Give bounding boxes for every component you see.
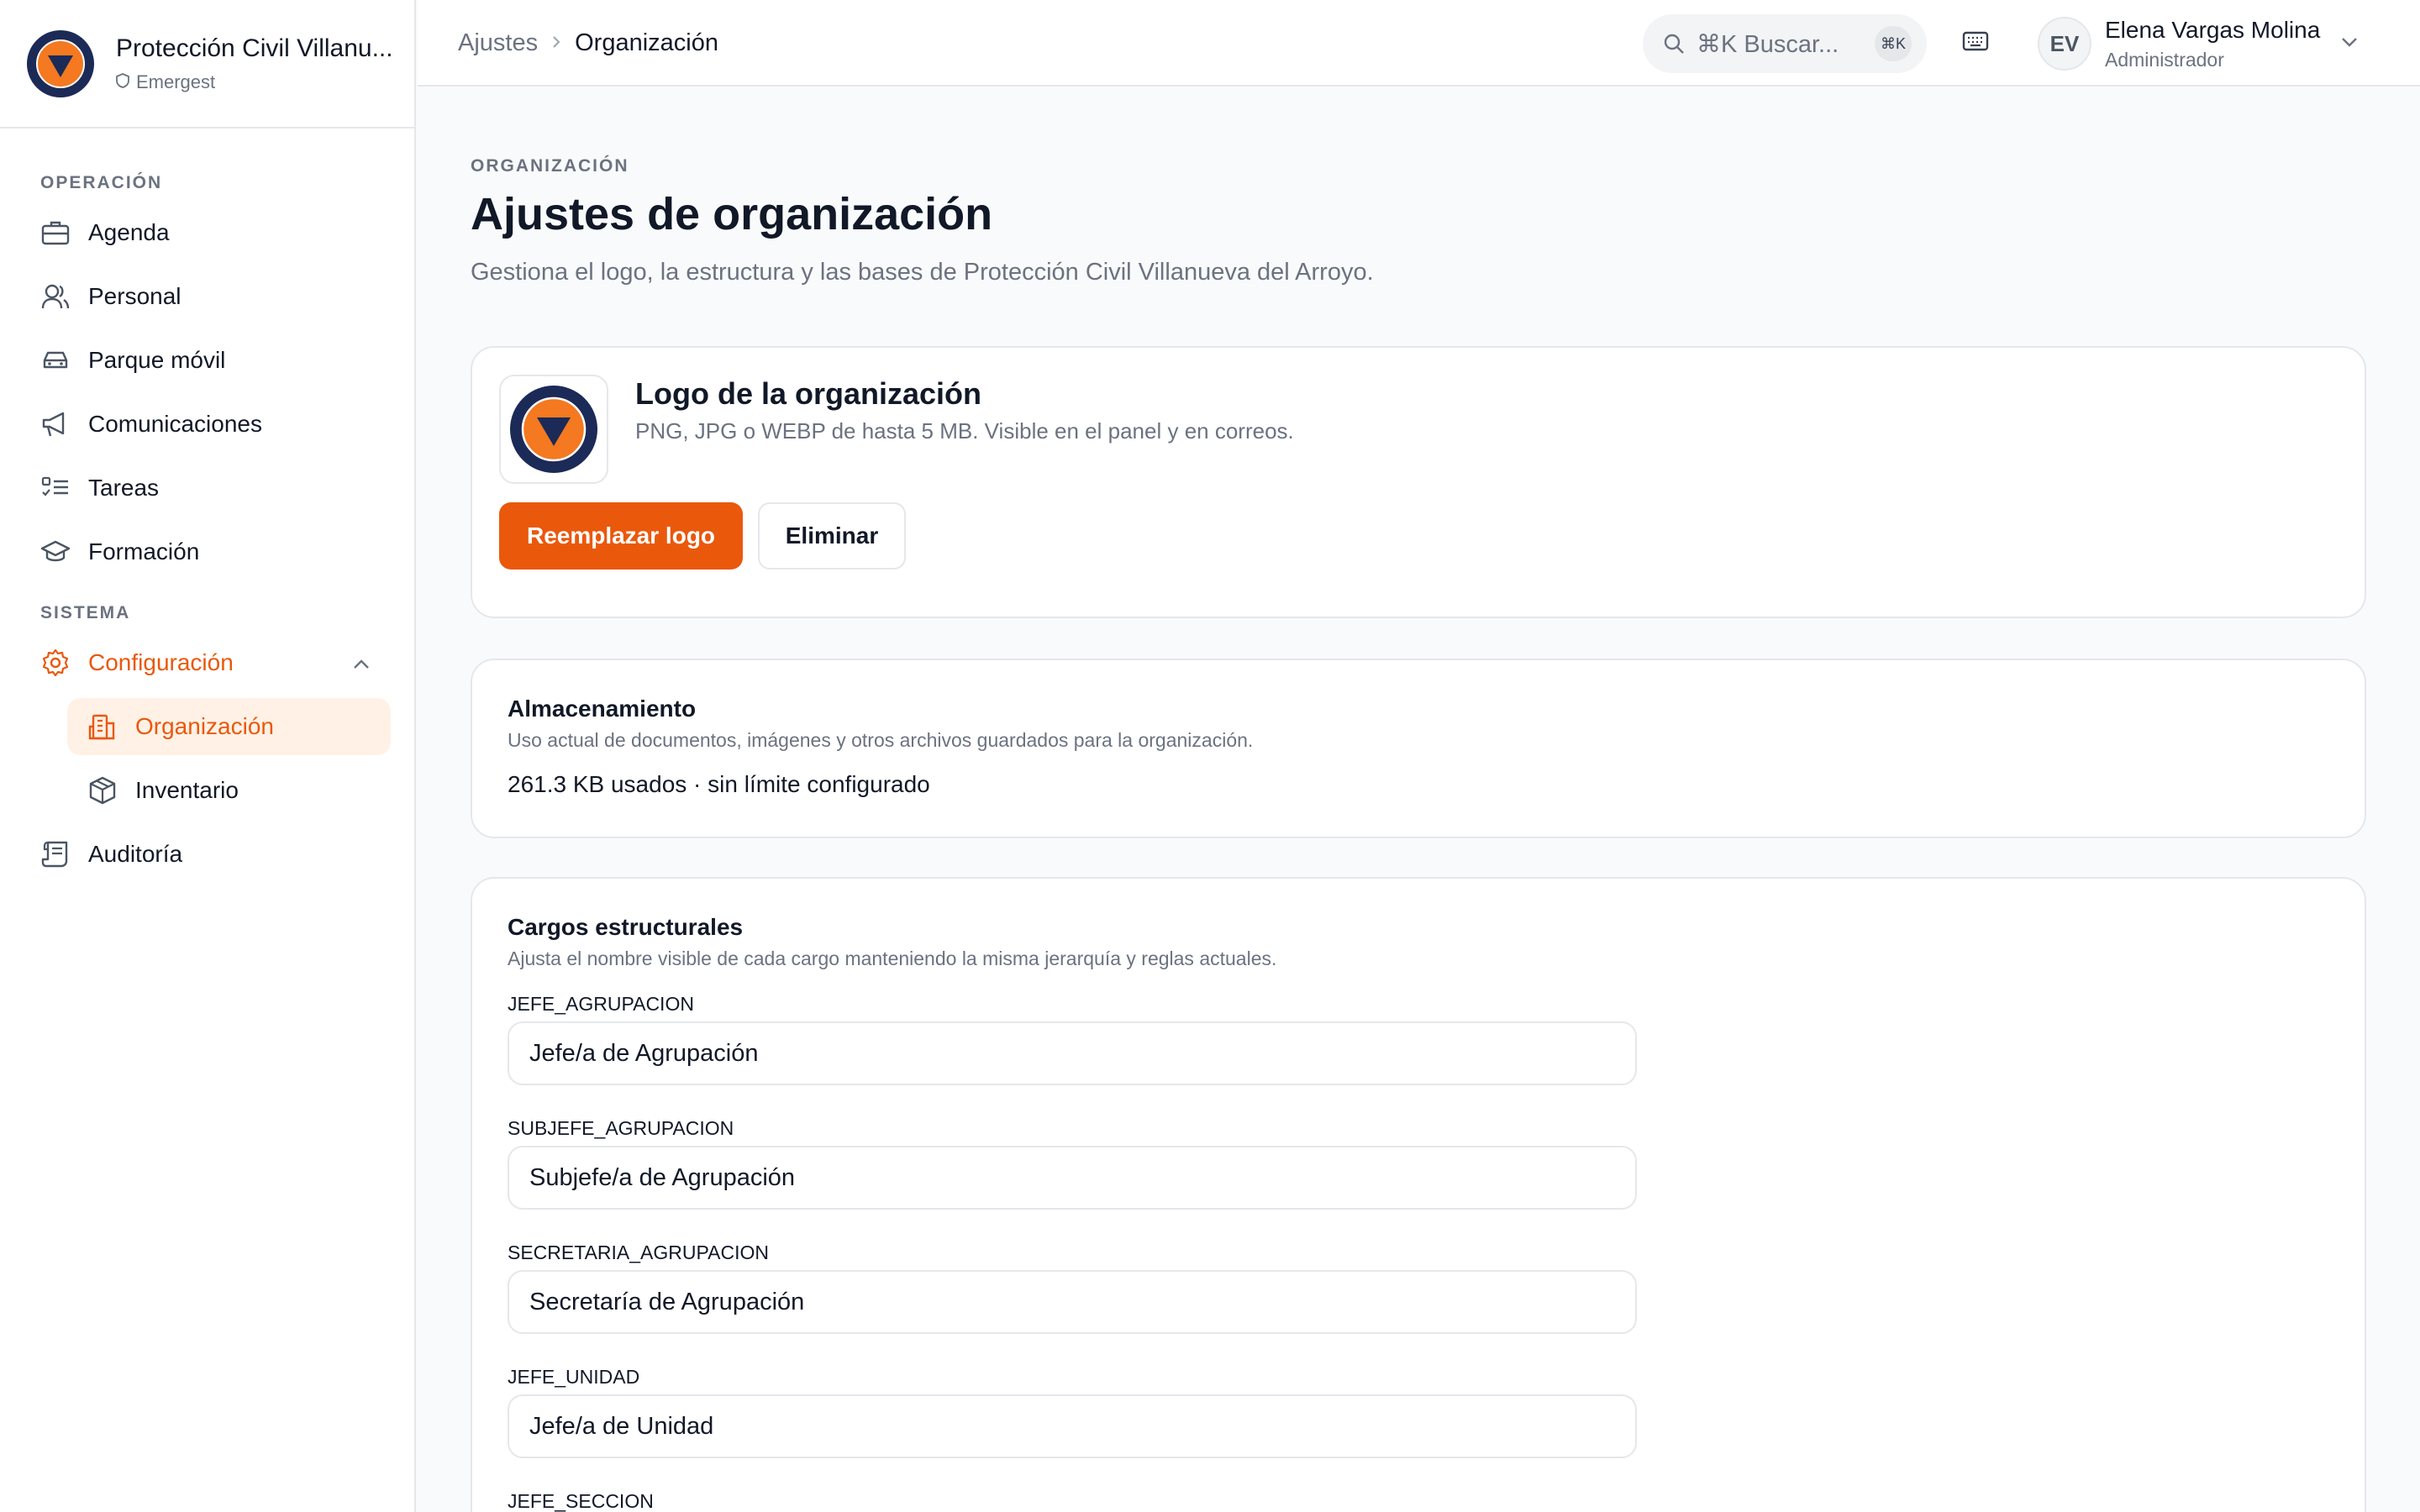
- gear-icon: [40, 648, 71, 678]
- checklist-icon: [40, 473, 71, 503]
- org-product: Emergest: [116, 71, 402, 93]
- sidebar-item-comunicaciones[interactable]: Comunicaciones: [24, 396, 391, 453]
- search-placeholder: ⌘K Buscar...: [1697, 30, 1839, 58]
- nav-section-sistema: SISTEMA: [40, 603, 131, 622]
- user-role: Administrador: [2105, 48, 2224, 71]
- sidebar-nav: OPERACIÓN Agenda Personal Parque móvil C…: [0, 129, 414, 883]
- sidebar-item-tareas[interactable]: Tareas: [24, 459, 391, 517]
- sidebar-item-label: Parque móvil: [88, 347, 226, 373]
- roles-card: Cargos estructurales Ajusta el nombre vi…: [471, 877, 2366, 1512]
- search-input[interactable]: ⌘K Buscar... ⌘K: [1643, 14, 1927, 73]
- search-icon: [1663, 33, 1685, 55]
- page-eyebrow: ORGANIZACIÓN: [471, 156, 629, 176]
- logo-card-description: PNG, JPG o WEBP de hasta 5 MB. Visible e…: [635, 418, 1294, 444]
- car-icon: [40, 345, 71, 375]
- sidebar-item-label: Comunicaciones: [88, 411, 262, 437]
- briefcase-icon: [40, 218, 71, 248]
- role-input-jefe-agrupacion[interactable]: Jefe/a de Agrupación: [508, 1021, 1637, 1085]
- building-icon: [87, 711, 118, 742]
- sidebar-item-label: Formación: [88, 538, 200, 564]
- sidebar-item-agenda[interactable]: Agenda: [24, 204, 391, 261]
- sidebar-item-label: Agenda: [88, 219, 170, 245]
- package-icon: [87, 775, 118, 806]
- org-switcher[interactable]: Protección Civil Villanu... Emergest: [0, 0, 414, 129]
- sidebar-item-auditoria[interactable]: Auditoría: [24, 826, 391, 883]
- sidebar-item-parque-movil[interactable]: Parque móvil: [24, 332, 391, 389]
- sidebar-item-inventario[interactable]: Inventario: [67, 762, 391, 819]
- sidebar-item-label: Configuración: [88, 649, 234, 675]
- graduation-cap-icon: [40, 537, 71, 567]
- org-logo: [27, 29, 94, 97]
- sidebar-item-label: Personal: [88, 283, 182, 309]
- role-input-secretaria-agrupacion[interactable]: Secretaría de Agrupación: [508, 1270, 1637, 1334]
- sidebar-item-label: Auditoría: [88, 841, 183, 867]
- page-description: Gestiona el logo, la estructura y las ba…: [471, 259, 1374, 286]
- product-name: Emergest: [136, 71, 216, 92]
- shield-icon: [116, 71, 129, 93]
- chevron-up-icon[interactable]: [352, 649, 371, 676]
- page-title: Ajustes de organización: [471, 189, 993, 239]
- logo-card: Logo de la organización PNG, JPG o WEBP …: [471, 346, 2366, 618]
- delete-logo-button[interactable]: Eliminar: [758, 502, 906, 570]
- sidebar-item-formacion[interactable]: Formación: [24, 523, 391, 580]
- roles-card-title: Cargos estructurales: [508, 914, 744, 940]
- sidebar: Protección Civil Villanu... Emergest OPE…: [0, 0, 416, 1512]
- storage-card-title: Almacenamiento: [508, 696, 697, 722]
- storage-card-description: Uso actual de documentos, imágenes y otr…: [508, 729, 1254, 751]
- org-name: Protección Civil Villanu...: [116, 34, 393, 62]
- logo-card-title: Logo de la organización: [635, 376, 982, 411]
- avatar: EV: [2038, 17, 2091, 71]
- sidebar-item-label: Organización: [135, 713, 274, 739]
- field-label-jefe-agrupacion: JEFE_AGRUPACION: [508, 993, 694, 1015]
- scroll-icon: [40, 839, 71, 869]
- sidebar-item-label: Inventario: [135, 777, 239, 803]
- breadcrumb-current: Organización: [575, 29, 718, 56]
- sidebar-item-configuracion[interactable]: Configuración: [24, 634, 391, 691]
- field-label-jefe-seccion: JEFE_SECCION: [508, 1490, 654, 1512]
- storage-card: Almacenamiento Uso actual de documentos,…: [471, 659, 2366, 838]
- breadcrumb: Ajustes Organización: [458, 0, 718, 87]
- role-input-jefe-unidad[interactable]: Jefe/a de Unidad: [508, 1394, 1637, 1458]
- breadcrumb-ajustes[interactable]: Ajustes: [458, 29, 538, 57]
- field-label-subjefe-agrupacion: SUBJEFE_AGRUPACION: [508, 1117, 734, 1139]
- keyboard-icon: [1962, 31, 1989, 55]
- users-icon: [40, 281, 71, 312]
- field-label-jefe-unidad: JEFE_UNIDAD: [508, 1366, 640, 1388]
- role-input-subjefe-agrupacion[interactable]: Subjefe/a de Agrupación: [508, 1146, 1637, 1210]
- field-label-secretaria-agrupacion: SECRETARIA_AGRUPACION: [508, 1242, 769, 1263]
- roles-card-description: Ajusta el nombre visible de cada cargo m…: [508, 948, 1277, 969]
- megaphone-icon: [40, 409, 71, 439]
- replace-logo-button[interactable]: Reemplazar logo: [499, 502, 743, 570]
- user-menu[interactable]: EV Elena Vargas Molina Administrador: [2038, 15, 2359, 72]
- keyboard-shortcuts-button[interactable]: [1960, 28, 1991, 58]
- sidebar-item-label: Tareas: [88, 475, 160, 501]
- org-logo-preview: [499, 375, 608, 484]
- topbar: Ajustes Organización ⌘K Buscar... ⌘K EV …: [418, 0, 2420, 87]
- search-shortcut: ⌘K: [1875, 26, 1912, 61]
- storage-usage: 261.3 KB usados · sin límite configurado: [508, 771, 930, 797]
- sidebar-item-organizacion[interactable]: Organización: [67, 698, 391, 755]
- main-content: ORGANIZACIÓN Ajustes de organización Ges…: [471, 156, 2366, 1512]
- nav-section-operacion: OPERACIÓN: [40, 173, 163, 192]
- user-name: Elena Vargas Molina: [2105, 16, 2321, 43]
- chevron-down-icon: [2340, 36, 2359, 52]
- chevron-right-icon: [551, 32, 561, 55]
- sidebar-item-personal[interactable]: Personal: [24, 268, 391, 325]
